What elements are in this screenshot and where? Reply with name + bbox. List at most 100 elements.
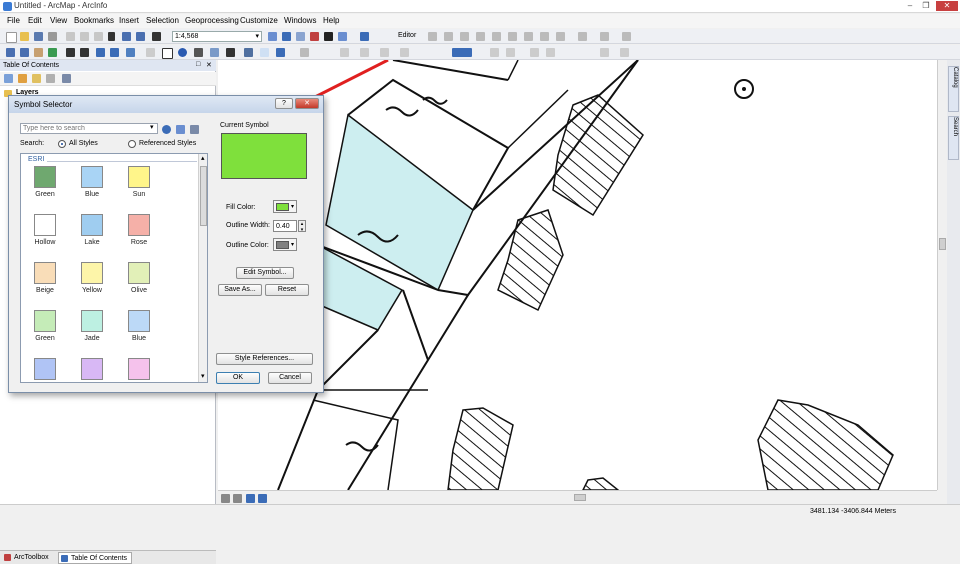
list-by-selection-icon[interactable] — [46, 74, 55, 83]
cut-icon[interactable] — [66, 32, 75, 41]
swipe-icon[interactable] — [620, 48, 629, 57]
georeferencing-icon[interactable] — [530, 48, 539, 57]
menu-selection[interactable]: Selection — [146, 16, 179, 25]
reset-button[interactable]: Reset — [265, 284, 309, 296]
minimize-button[interactable]: – — [902, 1, 918, 11]
sketch-tool-icon[interactable] — [444, 32, 453, 41]
edit-symbol-button[interactable]: Edit Symbol... — [236, 267, 294, 279]
editor-menu[interactable]: Editor — [398, 32, 416, 39]
menu-view[interactable]: View — [50, 16, 67, 25]
search-dock-tab[interactable]: Search — [948, 116, 959, 160]
font-color-icon[interactable] — [506, 48, 515, 57]
arc-segment-icon[interactable] — [476, 32, 485, 41]
style-references-button[interactable]: Style References... — [216, 353, 313, 365]
map-vertical-scrollbar[interactable] — [937, 60, 947, 490]
reshape-icon[interactable] — [622, 32, 631, 41]
symbol-search-input[interactable] — [20, 123, 158, 134]
symbol-swatch[interactable] — [34, 262, 56, 284]
paste-icon[interactable] — [94, 32, 103, 41]
catalog-window-icon[interactable] — [296, 32, 305, 41]
straight-segment-icon[interactable] — [460, 32, 469, 41]
toc-options-icon[interactable] — [62, 74, 71, 83]
table-of-contents-icon[interactable] — [282, 32, 291, 41]
editor-toolbar-icon[interactable] — [268, 32, 277, 41]
menu-geoprocessing[interactable]: Geoprocessing — [185, 16, 239, 25]
map-scale-combobox[interactable]: 1:4,568 ▾ — [172, 31, 262, 42]
scroll-down-icon[interactable]: ▾ — [201, 372, 205, 380]
sketch-properties-icon[interactable] — [556, 32, 565, 41]
view-options-icon[interactable] — [190, 125, 199, 134]
symbol-swatch[interactable] — [34, 358, 56, 380]
line-color-icon[interactable] — [490, 48, 499, 57]
text-tool-icon[interactable] — [360, 48, 369, 57]
vertical-scroll-thumb[interactable] — [939, 238, 946, 250]
pause-drawing-icon[interactable] — [258, 494, 267, 503]
menu-file[interactable]: File — [7, 16, 20, 25]
layer-properties-icon[interactable] — [546, 48, 555, 57]
symbol-swatch[interactable] — [34, 166, 56, 188]
select-features-icon[interactable] — [126, 48, 135, 57]
pan-hand-icon[interactable] — [34, 48, 43, 57]
hyperlink-icon[interactable] — [244, 48, 253, 57]
outline-width-input[interactable] — [273, 220, 297, 232]
all-styles-radio[interactable] — [58, 140, 66, 148]
list-by-source-icon[interactable] — [18, 74, 27, 83]
go-to-xy-icon[interactable] — [210, 48, 219, 57]
symbol-swatch[interactable] — [128, 214, 150, 236]
refresh-icon[interactable] — [246, 494, 255, 503]
redo-icon[interactable] — [136, 32, 145, 41]
undo-icon[interactable] — [122, 32, 131, 41]
dialog-help-button[interactable]: ? — [275, 98, 293, 109]
symbol-swatch[interactable] — [128, 166, 150, 188]
copy-icon[interactable] — [80, 32, 89, 41]
clear-selection-icon[interactable] — [146, 48, 155, 57]
rectangle-tool-icon[interactable] — [380, 48, 389, 57]
delete-icon[interactable] — [108, 32, 115, 41]
symbol-swatch[interactable] — [81, 262, 103, 284]
effects-icon[interactable] — [600, 48, 609, 57]
edit-tool-icon[interactable] — [428, 32, 437, 41]
tab-table-of-contents[interactable]: Table Of Contents — [58, 552, 132, 564]
identify-icon[interactable] — [178, 48, 187, 57]
fixed-zoom-out-icon[interactable] — [80, 48, 89, 57]
outline-color-picker[interactable]: ▾ — [273, 238, 297, 251]
map-horizontal-scrollbar[interactable] — [218, 490, 937, 504]
gallery-scrollbar[interactable]: ▴ ▾ — [198, 154, 207, 382]
font-size-icon[interactable] — [400, 48, 409, 57]
save-icon[interactable] — [34, 32, 43, 41]
symbol-swatch[interactable] — [128, 262, 150, 284]
draw-tool-icon[interactable] — [340, 48, 349, 57]
measure-icon[interactable] — [226, 48, 235, 57]
new-document-icon[interactable] — [6, 32, 17, 43]
back-arrow-icon[interactable] — [96, 48, 105, 57]
map-display[interactable] — [218, 60, 937, 490]
clear-search-icon[interactable] — [176, 125, 185, 134]
python-window-icon[interactable] — [324, 32, 333, 41]
menu-bookmarks[interactable]: Bookmarks — [74, 16, 114, 25]
menu-customize[interactable]: Customize — [240, 16, 278, 25]
zoom-in-icon[interactable] — [6, 48, 15, 57]
find-binoculars-icon[interactable] — [194, 48, 203, 57]
forward-arrow-icon[interactable] — [110, 48, 119, 57]
search-icon[interactable] — [162, 125, 171, 134]
fixed-zoom-in-icon[interactable] — [66, 48, 75, 57]
symbol-swatch[interactable] — [128, 358, 150, 380]
split-tool-icon[interactable] — [508, 32, 517, 41]
help-icon[interactable] — [360, 32, 369, 41]
menu-help[interactable]: Help — [323, 16, 339, 25]
symbol-swatch[interactable] — [81, 214, 103, 236]
time-slider-icon[interactable] — [276, 48, 285, 57]
open-folder-icon[interactable] — [20, 32, 29, 41]
print-icon[interactable] — [48, 32, 57, 41]
zoom-out-icon[interactable] — [20, 48, 29, 57]
menu-insert[interactable]: Insert — [119, 16, 139, 25]
close-icon[interactable]: ✕ — [206, 61, 212, 69]
model-builder-icon[interactable] — [338, 32, 347, 41]
tab-arctoolbox[interactable]: ArcToolbox — [3, 553, 57, 563]
catalog-dock-tab[interactable]: Catalog — [948, 66, 959, 112]
list-by-drawing-order-icon[interactable] — [4, 74, 13, 83]
select-elements-arrow-icon[interactable] — [162, 48, 173, 59]
menu-edit[interactable]: Edit — [28, 16, 42, 25]
horizontal-scroll-thumb[interactable] — [574, 494, 586, 501]
data-view-icon[interactable] — [221, 494, 230, 503]
